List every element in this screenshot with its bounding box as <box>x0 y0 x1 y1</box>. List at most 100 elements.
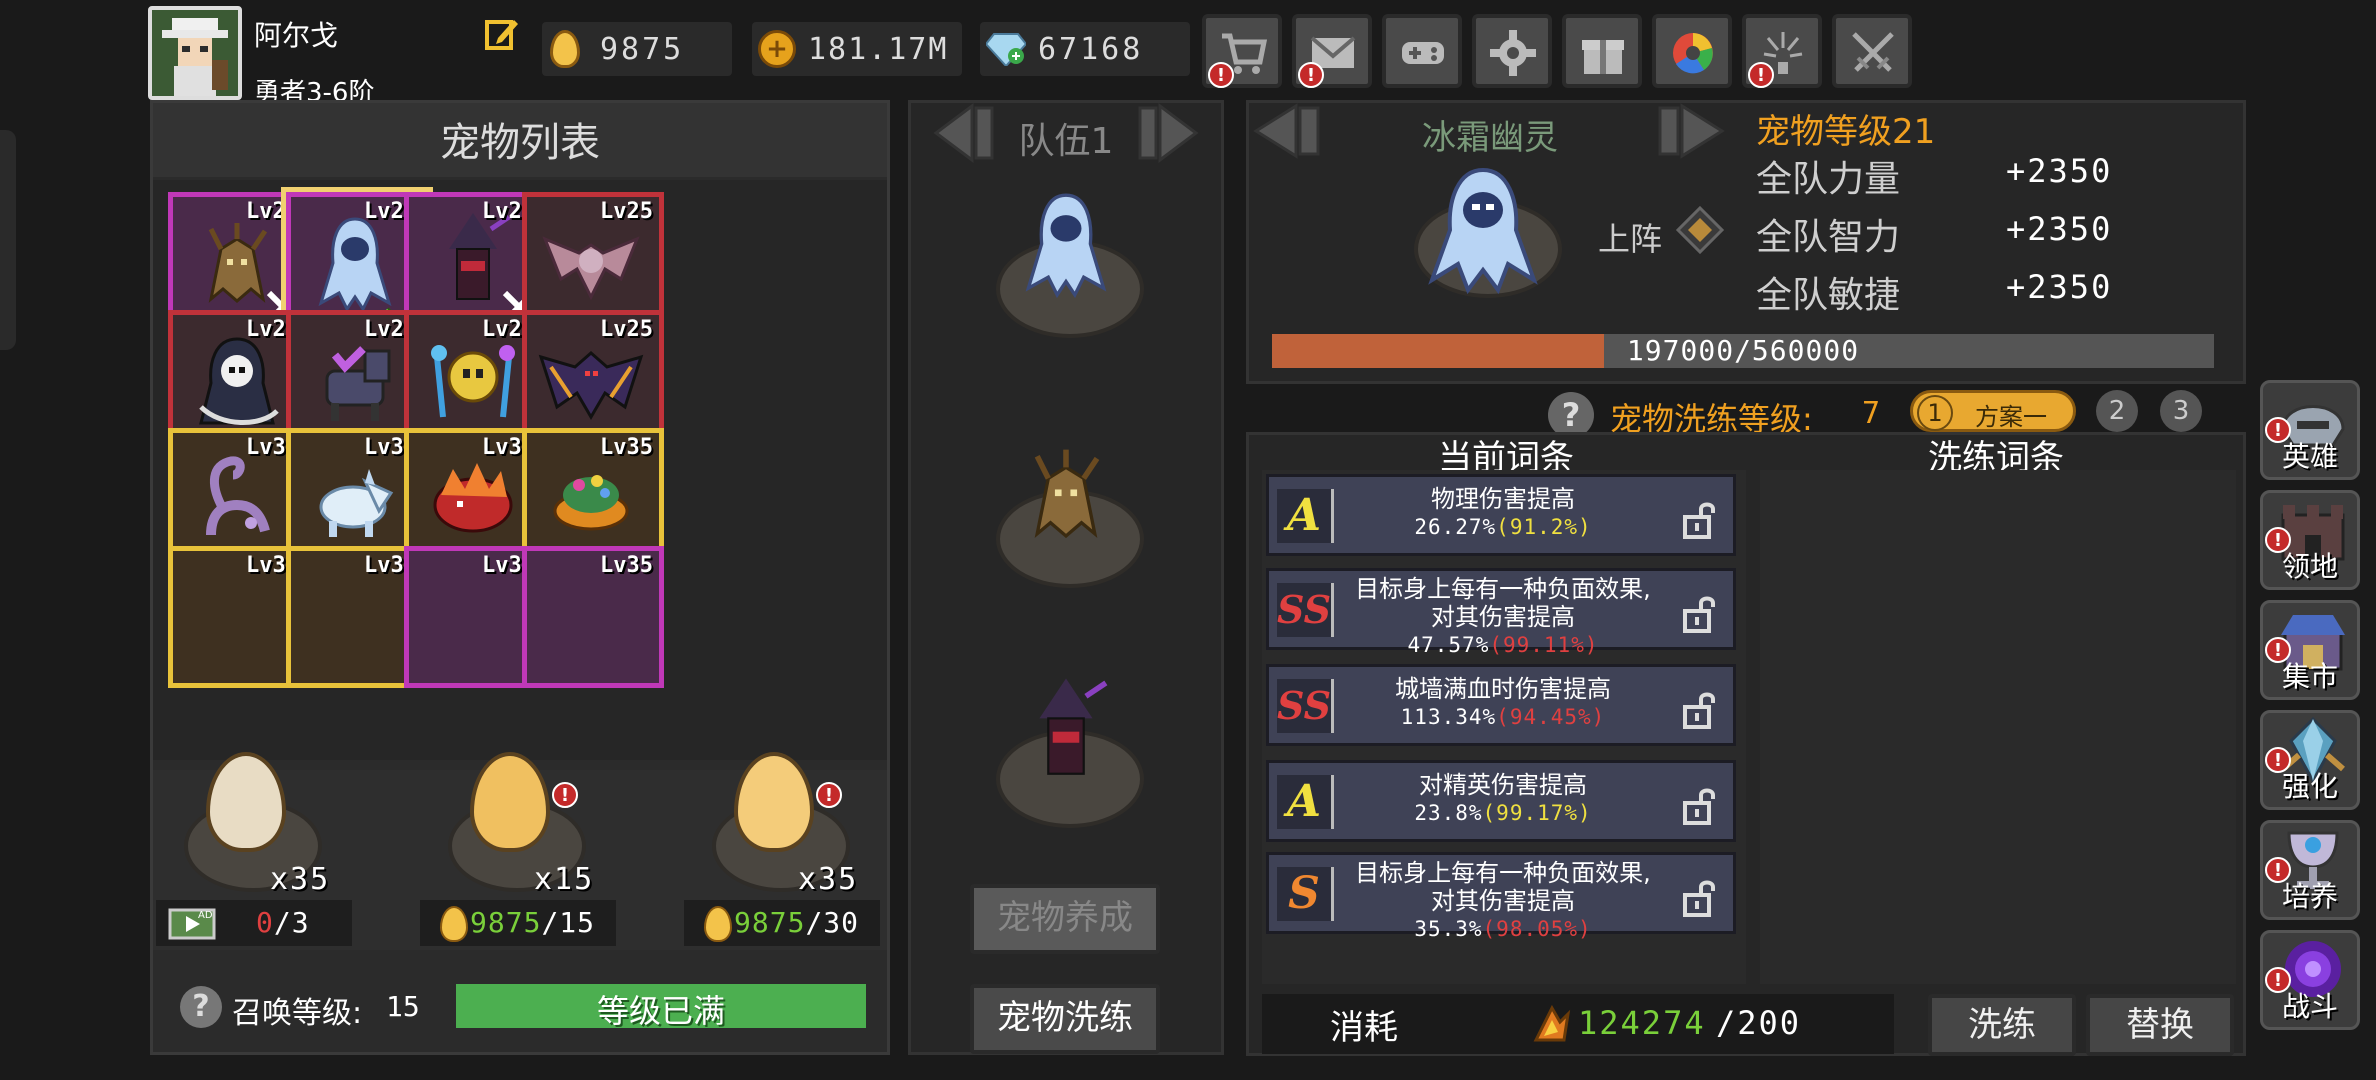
trait-value: 23.8% <box>1414 801 1483 825</box>
sparkle-button[interactable]: ! <box>1742 14 1822 88</box>
pet-sprite <box>553 475 629 531</box>
pet-card-level: Lv35 <box>600 435 653 460</box>
trait-value: 47.57% <box>1407 633 1490 657</box>
exp-text: 197000/560000 <box>1626 334 1860 367</box>
side-nav-label: 英雄 <box>2281 440 2338 473</box>
gamepad-icon <box>1402 42 1444 64</box>
summon-bar-text: 等级已满 <box>596 992 725 1030</box>
pet-grid: Lv21 Lv21 Lv20 Lv25 Lv25 Lv25 Lv25 Lv25 Lv35 Lv35… <box>153 180 887 760</box>
pet-refine-nav-button[interactable]: 宠物洗练 <box>970 984 1160 1054</box>
unlock-icon[interactable] <box>1679 785 1719 825</box>
coin-currency: + 181.17M <box>752 22 962 76</box>
scheme-tab-2[interactable]: 2 <box>2096 390 2138 432</box>
team-next-button[interactable] <box>1128 100 1204 166</box>
trait-row[interactable]: SS 目标身上每有一种负面效果, 对其伤害提高 47.57%(99.11%) <box>1266 568 1736 657</box>
unlock-icon[interactable] <box>1679 689 1719 729</box>
team-prev-button[interactable] <box>928 100 1004 166</box>
trait-row[interactable]: A 物理伤害提高 26.27%(91.2%) <box>1266 474 1736 556</box>
pet-prev-button[interactable] <box>1250 100 1334 162</box>
refine-stone-icon <box>1530 1002 1574 1046</box>
gear-icon <box>1490 30 1536 76</box>
mail-alert-badge: ! <box>1298 62 1324 88</box>
team-pet-sprite <box>1025 193 1107 299</box>
egg-alert-badge: ! <box>552 782 578 808</box>
pet-sprite <box>181 563 293 673</box>
refine-traits-list <box>1760 470 2236 984</box>
team-slot-pet[interactable] <box>1004 660 1128 810</box>
trait-value: 113.34% <box>1400 705 1497 729</box>
gem-amount: 67168 <box>1038 32 1144 67</box>
side-nav-2[interactable]: ! 集市 <box>2260 600 2360 700</box>
trait-grade: A <box>1277 775 1334 829</box>
trait-row[interactable]: A 对精英伤害提高 23.8%(99.17%) <box>1266 760 1736 842</box>
trait-row[interactable]: SS 城墙满血时伤害提高 113.34%(94.45%) <box>1266 664 1736 746</box>
gold-egg-icon <box>550 30 580 68</box>
side-nav-label: 战斗 <box>2281 990 2338 1023</box>
unlock-icon[interactable] <box>1679 593 1719 633</box>
trait-line1: 目标身上每有一种负面效果, <box>1355 575 1651 603</box>
pet-card-level: Lv25 <box>600 199 653 224</box>
pet-grow-button[interactable]: 宠物养成 <box>970 884 1160 954</box>
color-wheel-button[interactable] <box>1652 14 1732 88</box>
mail-button[interactable]: ! <box>1292 14 1372 88</box>
pet-sprite <box>433 463 513 533</box>
coin-plus-icon: + <box>758 30 796 68</box>
pet-sprite <box>199 337 279 425</box>
pet-next-button[interactable] <box>1644 100 1728 162</box>
pet-sprite <box>431 345 515 418</box>
replace-button[interactable]: 替换 <box>2086 994 2234 1056</box>
trait-value-line: 26.27%(91.2%) <box>1339 513 1667 541</box>
trait-line2: 对其伤害提高 <box>1431 887 1575 915</box>
summon-progress-bar: 等级已满 <box>456 984 866 1030</box>
trait-value: 35.3% <box>1414 917 1483 941</box>
trait-line1: 城墙满血时伤害提高 <box>1395 675 1611 703</box>
egg-cost-text: 9875/15 <box>470 906 595 939</box>
pet-sprite <box>542 236 640 301</box>
team-slot-pet[interactable] <box>1004 170 1128 320</box>
team-pet-sprite <box>1034 449 1100 539</box>
side-nav-0[interactable]: ! 英雄 <box>2260 380 2360 480</box>
trait-percent: (98.05%) <box>1482 917 1592 941</box>
pet-sprite <box>319 469 394 537</box>
svg-text:AD: AD <box>198 910 213 921</box>
side-nav-label: 强化 <box>2281 770 2338 803</box>
stat-label: 全队敏捷 <box>1756 275 1901 316</box>
pet-card[interactable]: Lv35 <box>522 546 664 688</box>
cost-have: 124274 <box>1578 1004 1706 1042</box>
trait-line1: 目标身上每有一种负面效果, <box>1355 859 1651 887</box>
battle-button[interactable] <box>1832 14 1912 88</box>
summon-help-icon[interactable]: ? <box>180 986 222 1028</box>
shop-alert-badge: ! <box>1208 62 1234 88</box>
shop-button[interactable]: ! <box>1202 14 1282 88</box>
gift-button[interactable] <box>1562 14 1642 88</box>
team-slot-pet[interactable] <box>1004 420 1128 570</box>
unlock-icon[interactable] <box>1679 877 1719 917</box>
edge-handle[interactable] <box>0 130 16 350</box>
egg-cost-total: /3 <box>273 906 310 939</box>
side-nav-4[interactable]: ! 培养 <box>2260 820 2360 920</box>
gold-currency: 9875 <box>542 22 732 76</box>
scheme-tab-1[interactable]: 1 方案一 <box>1910 390 2076 432</box>
deploy-diamond-button[interactable] <box>1675 205 1725 255</box>
side-nav-5[interactable]: ! 战斗 <box>2260 930 2360 1030</box>
gamepad-button[interactable] <box>1382 14 1462 88</box>
trait-text: 物理伤害提高 26.27%(91.2%) <box>1339 485 1667 541</box>
egg-cost-text: 0/3 <box>256 906 310 939</box>
trait-percent: (99.17%) <box>1482 801 1592 825</box>
pet-sprite <box>206 456 270 536</box>
pet-sprite <box>325 346 391 421</box>
scheme-tab-3[interactable]: 3 <box>2160 390 2202 432</box>
player-avatar[interactable] <box>148 6 242 100</box>
scheme-tab-1-index: 1 <box>1917 395 1953 431</box>
trait-text: 对精英伤害提高 23.8%(99.17%) <box>1339 771 1667 827</box>
trait-grade: SS <box>1277 583 1334 637</box>
settings-button[interactable] <box>1472 14 1552 88</box>
refine-button[interactable]: 洗练 <box>1928 994 2076 1056</box>
side-nav-1[interactable]: ! 领地 <box>2260 490 2360 590</box>
trait-grade: SS <box>1277 679 1334 733</box>
side-nav-3[interactable]: ! 强化 <box>2260 710 2360 810</box>
unlock-icon[interactable] <box>1679 499 1719 539</box>
trait-value-line: 113.34%(94.45%) <box>1339 703 1667 731</box>
edit-name-icon[interactable] <box>484 16 520 52</box>
trait-row[interactable]: S 目标身上每有一种负面效果, 对其伤害提高 35.3%(98.05%) <box>1266 852 1736 941</box>
